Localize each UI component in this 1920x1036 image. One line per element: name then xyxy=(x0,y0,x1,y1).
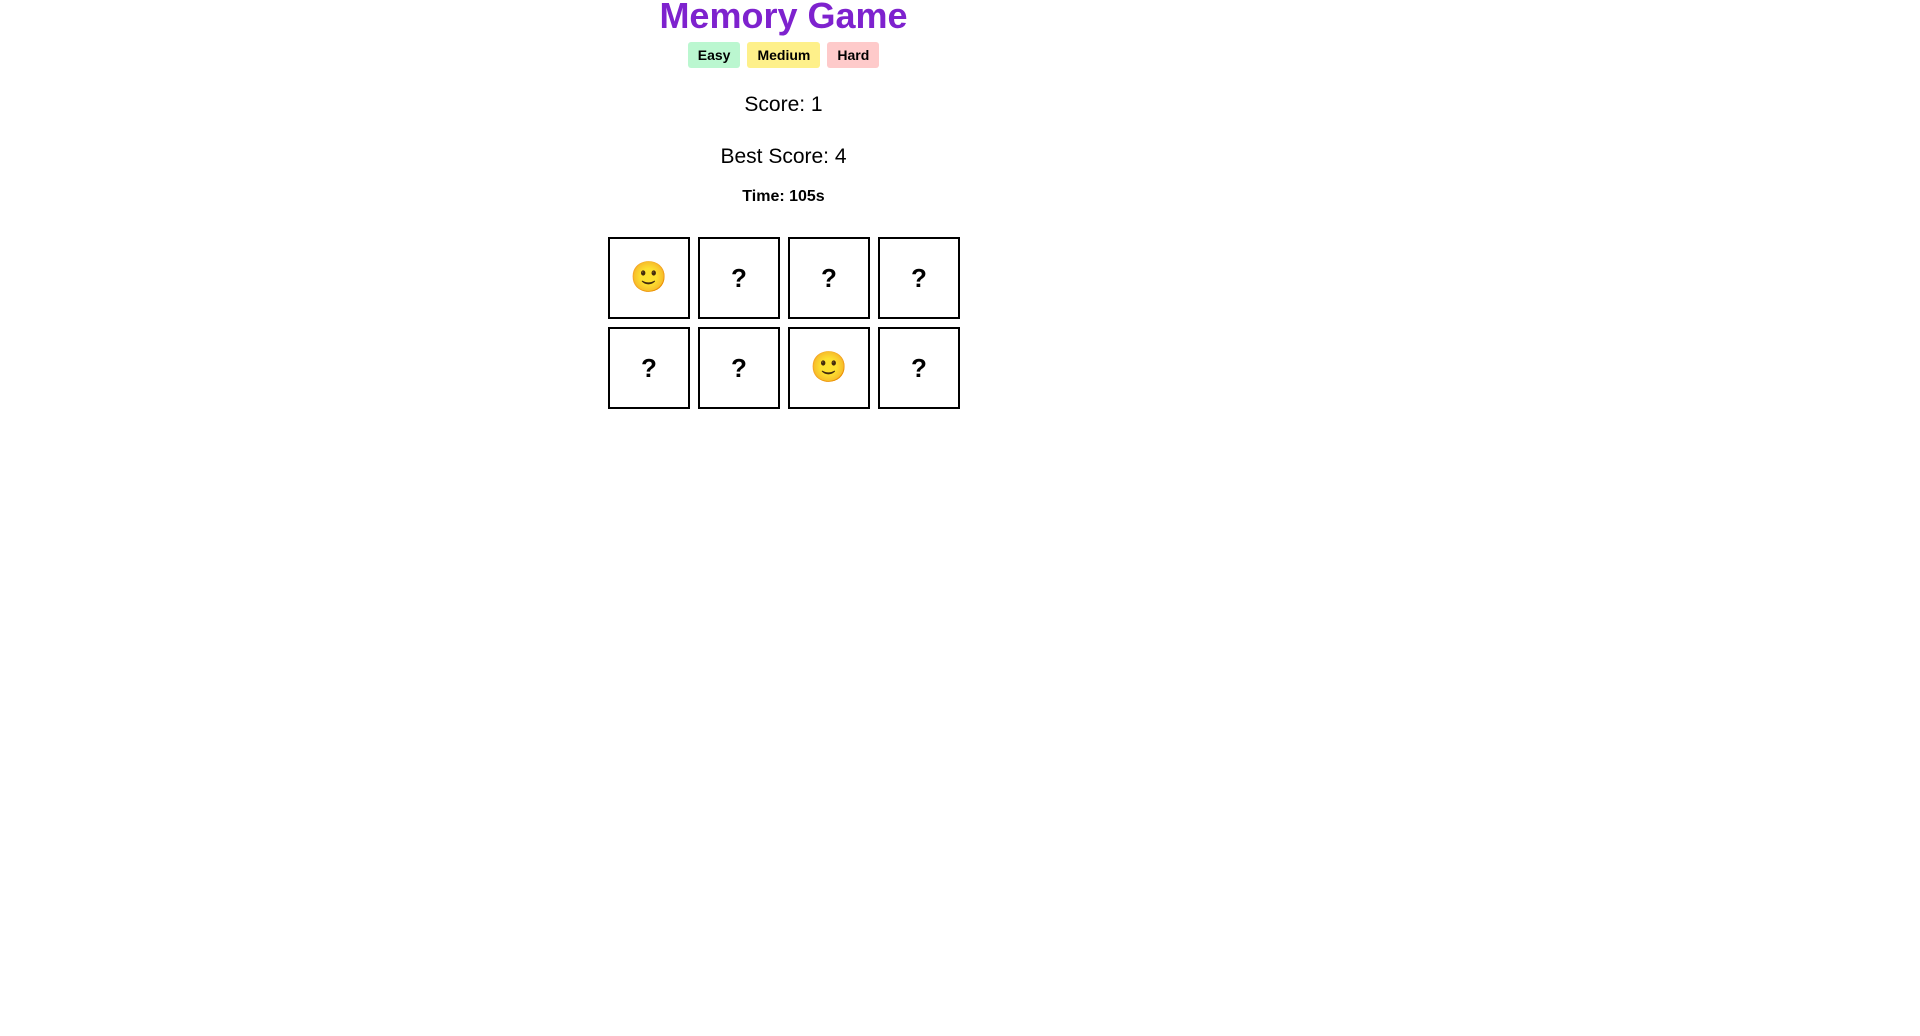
card[interactable]: 🙂 xyxy=(788,327,870,409)
timer-display: Time: 105s xyxy=(742,188,825,205)
best-score-display: Best Score: 4 xyxy=(720,145,847,168)
card[interactable]: ? xyxy=(878,237,960,319)
card-face: 🙂 xyxy=(810,350,848,385)
card-grid: 🙂 ? ? ? ? ? 🙂 ? xyxy=(608,237,960,409)
card-face: ? xyxy=(911,353,927,383)
memory-game-page: Memory Game Easy Medium Hard Score: 1 Be… xyxy=(0,0,1920,1036)
card-face: ? xyxy=(731,353,747,383)
card-face: 🙂 xyxy=(630,260,668,295)
hard-button[interactable]: Hard xyxy=(827,42,880,68)
easy-button[interactable]: Easy xyxy=(687,42,741,68)
medium-button[interactable]: Medium xyxy=(747,42,821,68)
page-title: Memory Game xyxy=(659,0,908,36)
difficulty-selector: Easy Medium Hard xyxy=(0,42,1567,68)
card[interactable]: ? xyxy=(698,327,780,409)
card-face: ? xyxy=(641,353,657,383)
card[interactable]: ? xyxy=(608,327,690,409)
card[interactable]: ? xyxy=(788,237,870,319)
card-face: ? xyxy=(821,263,837,293)
card[interactable]: ? xyxy=(878,327,960,409)
card[interactable]: 🙂 xyxy=(608,237,690,319)
score-display: Score: 1 xyxy=(744,93,823,116)
card-face: ? xyxy=(911,263,927,293)
card-face: ? xyxy=(731,263,747,293)
card[interactable]: ? xyxy=(698,237,780,319)
